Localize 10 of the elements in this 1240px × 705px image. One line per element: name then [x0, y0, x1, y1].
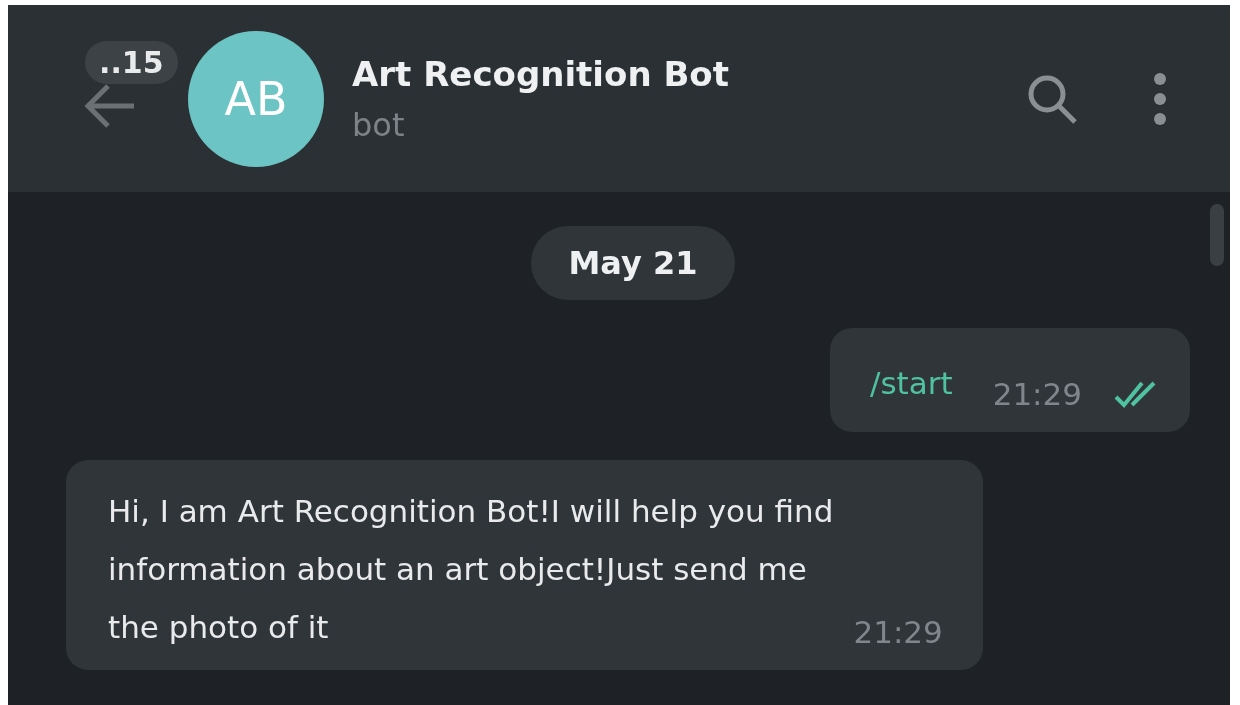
message-text: /start [870, 364, 953, 403]
avatar: AB [188, 30, 324, 167]
message-text: Hi, I am Art Recognition Bot!I will help you find information about an art object!Just send me the photo of it [108, 492, 834, 647]
date-separator: May 21 [530, 226, 736, 300]
scrollbar[interactable] [1210, 204, 1224, 266]
unread-count-badge: ..15 [85, 40, 178, 84]
message-time: 21:29 [992, 376, 1082, 412]
chat-subtitle: bot [352, 105, 406, 144]
chat-title: Art Recognition Bot [352, 53, 730, 94]
message-time: 21:29 [853, 614, 943, 650]
